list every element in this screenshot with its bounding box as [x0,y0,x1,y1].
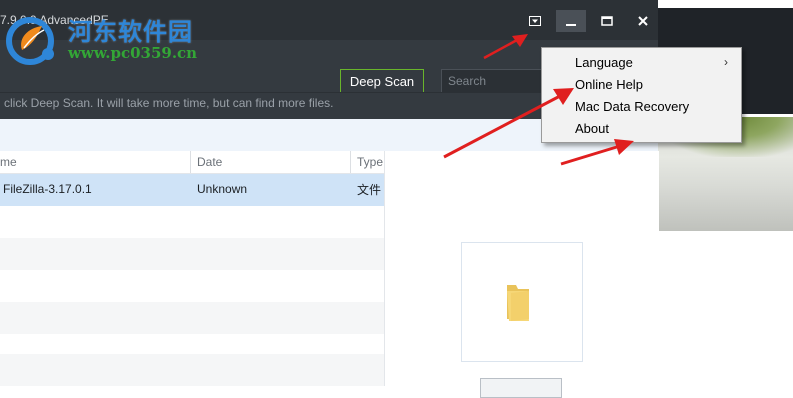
table-row-empty [0,302,384,334]
dropdown-arrow-icon [529,16,541,26]
close-icon [638,16,648,26]
table-row-empty [0,206,384,238]
file-name: FileZilla-3.17.0.1 [3,182,92,196]
column-header-type[interactable]: Type [357,155,383,169]
menu-dropdown-button[interactable] [520,10,550,32]
watermark-logo-icon [6,17,54,65]
minimize-button[interactable] [556,10,586,32]
menu-item-mac-data-recovery[interactable]: Mac Data Recovery [575,99,689,114]
deep-scan-button[interactable]: Deep Scan [340,69,424,93]
chevron-right-icon: › [724,55,728,69]
search-input[interactable]: Search [441,69,547,93]
table-row-empty [0,354,384,386]
file-type: 文件 [357,183,382,197]
menu-item-language[interactable]: Language [575,55,633,70]
menu-item-about[interactable]: About [575,121,609,136]
maximize-button[interactable] [592,10,622,32]
table-row-empty [0,238,384,270]
file-date: Unknown [197,182,248,196]
menu-item-online-help[interactable]: Online Help [575,77,643,92]
table-row-empty [0,270,384,302]
watermark-url: www.pc0359.cn [68,44,198,62]
hint-text: click Deep Scan. It will take more time,… [4,96,334,110]
close-button[interactable] [628,10,658,32]
column-header-date[interactable]: Date [197,155,222,169]
maximize-icon [601,16,613,26]
watermark-title: 河东软件园 [68,19,193,46]
folder-icon [507,285,529,321]
minimize-icon [566,24,576,26]
recover-button[interactable] [480,378,562,398]
column-divider[interactable] [190,151,191,173]
table-header [0,151,384,174]
dropdown-menu [541,47,742,143]
column-header-name[interactable]: me [0,155,17,169]
column-divider[interactable] [350,151,351,173]
